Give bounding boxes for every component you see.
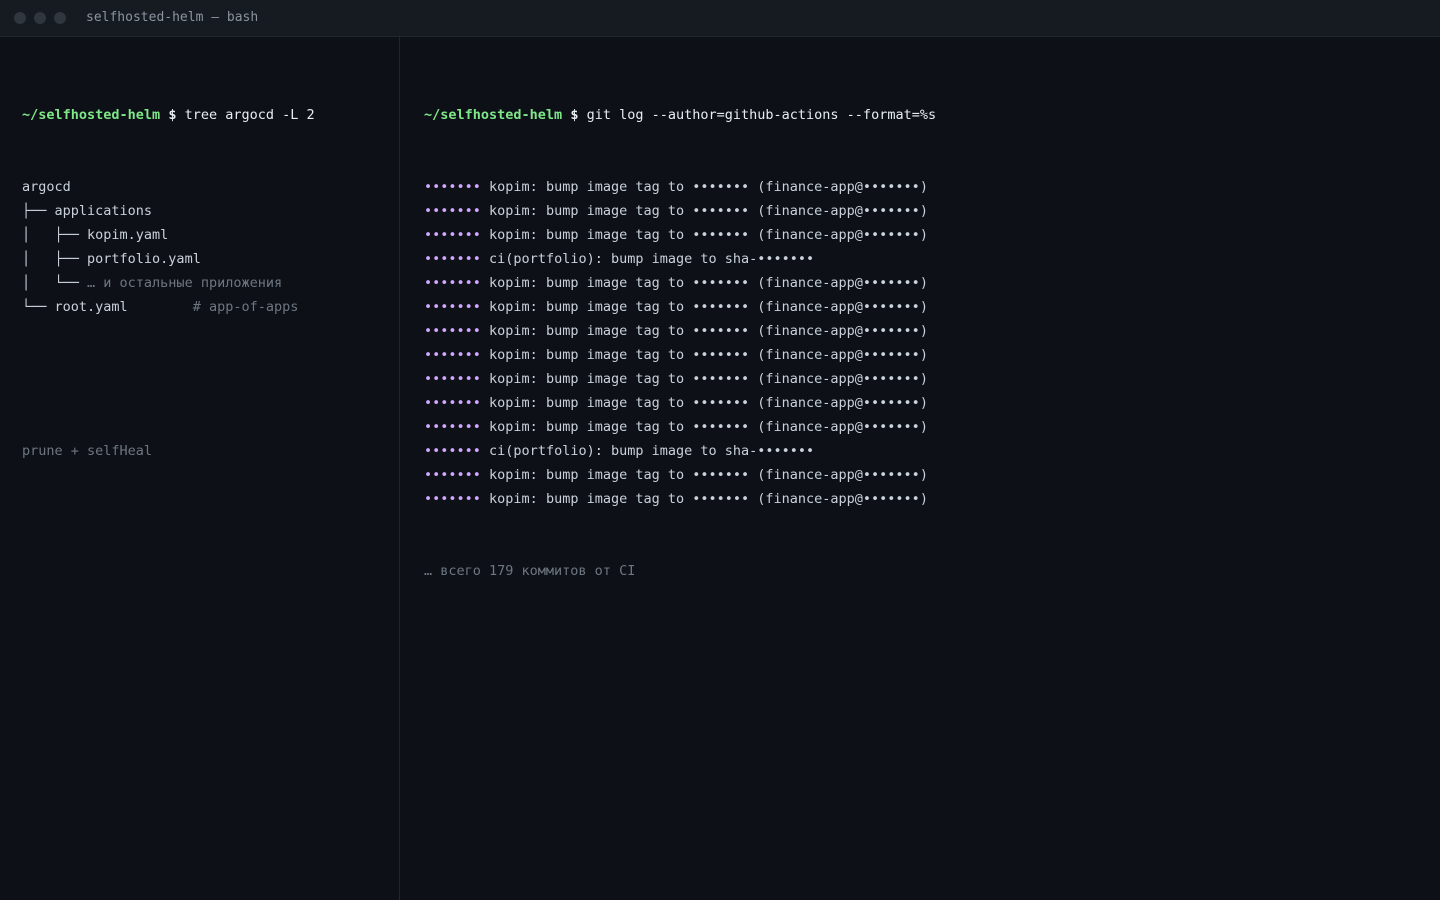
commit-row: ••••••• kopim: bump image tag to •••••••… <box>424 415 1440 439</box>
commit-hash: ••••••• <box>424 299 481 315</box>
commit-message: kopim: bump image tag to ••••••• (financ… <box>489 323 928 339</box>
commit-message: kopim: bump image tag to ••••••• (financ… <box>489 371 928 387</box>
commit-message: kopim: bump image tag to ••••••• (financ… <box>489 419 928 435</box>
commit-hash: ••••••• <box>424 203 481 219</box>
prompt-sign: $ <box>168 107 177 123</box>
commit-hash: ••••••• <box>424 443 481 459</box>
commit-message: kopim: bump image tag to ••••••• (financ… <box>489 179 928 195</box>
prompt-line: ~/selfhosted-helm $ git log --author=git… <box>424 103 1440 127</box>
commit-row: ••••••• kopim: bump image tag to •••••••… <box>424 319 1440 343</box>
prompt-line: ~/selfhosted-helm $ tree argocd -L 2 <box>22 103 399 127</box>
commit-row: ••••••• kopim: bump image tag to •••••••… <box>424 295 1440 319</box>
commit-row: ••••••• kopim: bump image tag to •••••••… <box>424 391 1440 415</box>
commit-row: ••••••• kopim: bump image tag to •••••••… <box>424 343 1440 367</box>
commit-message: kopim: bump image tag to ••••••• (financ… <box>489 227 928 243</box>
tree-item-name: argocd <box>22 179 71 195</box>
tree-branch: │ ├── <box>22 251 88 267</box>
commit-hash: ••••••• <box>424 419 481 435</box>
tree-row: └── root.yaml # app-of-apps <box>22 295 399 319</box>
commit-hash: ••••••• <box>424 371 481 387</box>
left-terminal-pane[interactable]: ~/selfhosted-helm $ tree argocd -L 2 arg… <box>0 37 400 900</box>
commit-hash: ••••••• <box>424 251 481 267</box>
commit-list: ••••••• kopim: bump image tag to •••••••… <box>424 175 1440 511</box>
commit-row: ••••••• kopim: bump image tag to •••••••… <box>424 223 1440 247</box>
commit-row: ••••••• kopim: bump image tag to •••••••… <box>424 271 1440 295</box>
tree-row: │ ├── portfolio.yaml <box>22 247 399 271</box>
tree-row: argocd <box>22 175 399 199</box>
commit-message: kopim: bump image tag to ••••••• (financ… <box>489 491 928 507</box>
command-text: git log --author=github-actions --format… <box>586 107 937 123</box>
commit-row: ••••••• ci(portfolio): bump image to sha… <box>424 439 1440 463</box>
footer-note: prune + selfHeal <box>22 443 153 459</box>
commit-hash: ••••••• <box>424 323 481 339</box>
commit-hash: ••••••• <box>424 179 481 195</box>
close-window-button[interactable] <box>14 12 26 24</box>
tree-comment: # app-of-apps <box>192 299 299 315</box>
command-text: tree argocd -L 2 <box>184 107 315 123</box>
window-title: selfhosted-helm — bash <box>86 10 259 25</box>
tree-branch: └── <box>22 299 55 315</box>
tree-item-name: portfolio.yaml <box>87 251 201 267</box>
commit-row: ••••••• kopim: bump image tag to •••••••… <box>424 463 1440 487</box>
minimize-window-button[interactable] <box>34 12 46 24</box>
tree-output: argocd ├── applications │ ├── kopim.yaml │ … <box>22 175 399 319</box>
maximize-window-button[interactable] <box>54 12 66 24</box>
commit-message: kopim: bump image tag to ••••••• (financ… <box>489 395 928 411</box>
tree-row: │ ├── kopim.yaml <box>22 223 399 247</box>
tree-branch: ├── <box>22 203 55 219</box>
tree-item-name: kopim.yaml <box>87 227 169 243</box>
commit-message: kopim: bump image tag to ••••••• (financ… <box>489 275 928 291</box>
commit-message: ci(portfolio): bump image to sha-••••••• <box>489 443 815 459</box>
commit-message: ci(portfolio): bump image to sha-••••••• <box>489 251 815 267</box>
tree-item-name: applications <box>54 203 153 219</box>
commit-row: ••••••• kopim: bump image tag to •••••••… <box>424 487 1440 511</box>
commit-hash: ••••••• <box>424 491 481 507</box>
tree-comment: … и остальные приложения <box>87 275 283 291</box>
commit-row: ••••••• kopim: bump image tag to •••••••… <box>424 199 1440 223</box>
commit-message: kopim: bump image tag to ••••••• (financ… <box>489 347 928 363</box>
commit-summary: … всего 179 коммитов от CI <box>424 563 636 579</box>
terminal-window: selfhosted-helm — bash ~/selfhosted-helm… <box>0 0 1440 900</box>
commit-message: kopim: bump image tag to ••••••• (financ… <box>489 203 928 219</box>
tree-item-name: root.yaml <box>54 299 128 315</box>
prompt-path: ~/selfhosted-helm <box>424 107 563 123</box>
commit-hash: ••••••• <box>424 395 481 411</box>
commit-hash: ••••••• <box>424 347 481 363</box>
commit-row: ••••••• kopim: bump image tag to •••••••… <box>424 175 1440 199</box>
commit-message: kopim: bump image tag to ••••••• (financ… <box>489 299 928 315</box>
commit-message: kopim: bump image tag to ••••••• (financ… <box>489 467 928 483</box>
prompt-sign: $ <box>570 107 579 123</box>
prompt-path: ~/selfhosted-helm <box>22 107 161 123</box>
tree-branch: │ └── <box>22 275 88 291</box>
tree-branch: │ ├── <box>22 227 88 243</box>
commit-row: ••••••• ci(portfolio): bump image to sha… <box>424 247 1440 271</box>
commit-row: ••••••• kopim: bump image tag to •••••••… <box>424 367 1440 391</box>
tree-row: │ └── … и остальные приложения <box>22 271 399 295</box>
commit-hash: ••••••• <box>424 467 481 483</box>
commit-hash: ••••••• <box>424 275 481 291</box>
title-bar: selfhosted-helm — bash <box>0 0 1440 37</box>
tree-row: ├── applications <box>22 199 399 223</box>
commit-hash: ••••••• <box>424 227 481 243</box>
right-terminal-pane[interactable]: ~/selfhosted-helm $ git log --author=git… <box>401 37 1440 900</box>
